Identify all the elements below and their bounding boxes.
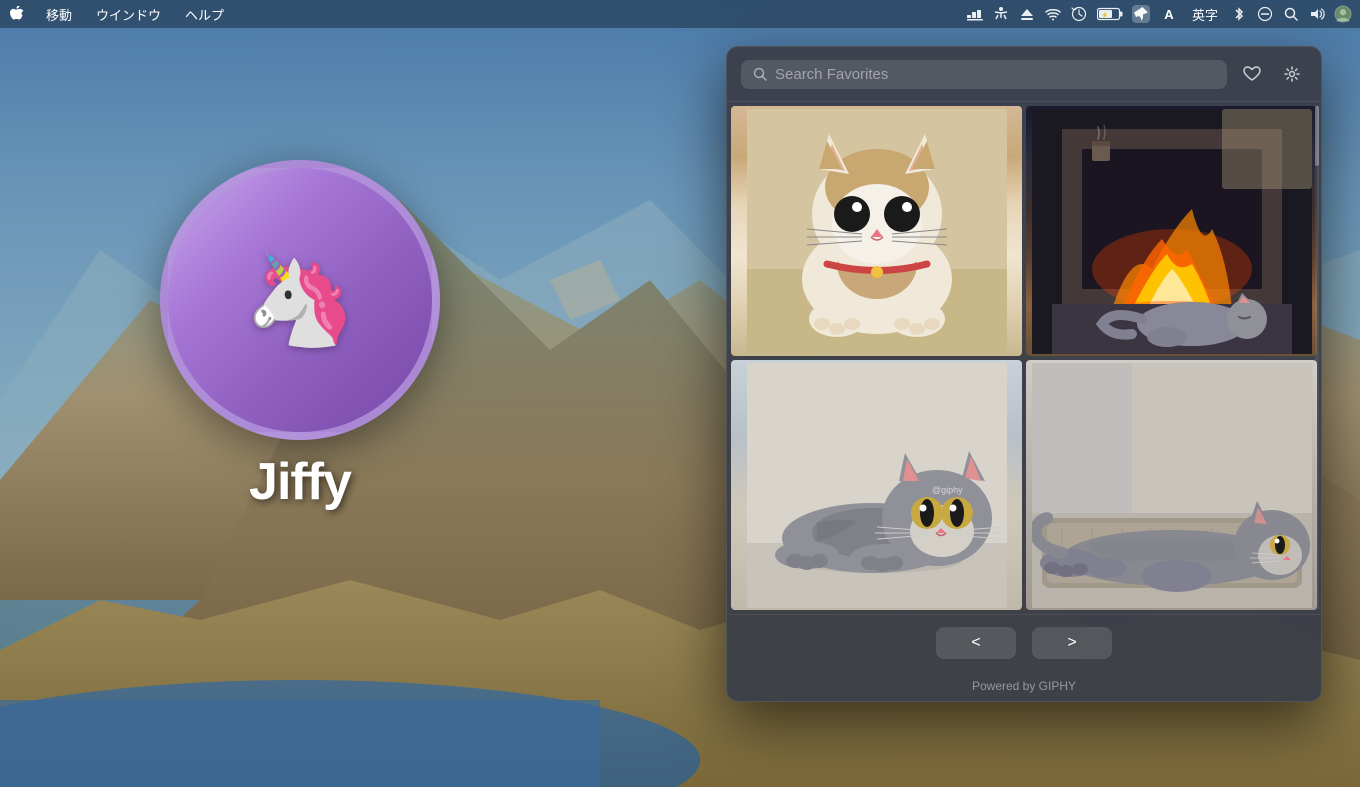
- battery-icon[interactable]: ⚡: [1096, 5, 1124, 23]
- nav-bar: < >: [727, 614, 1321, 671]
- scrollbar-thumb[interactable]: [1315, 106, 1319, 166]
- bluetooth-icon[interactable]: [1230, 5, 1248, 23]
- prev-page-button[interactable]: <: [936, 627, 1016, 659]
- app-icon-container: 🦄 Jiffy: [160, 160, 440, 512]
- gif-cell-cat-lounging[interactable]: [1026, 360, 1317, 610]
- spotlight-icon[interactable]: [1282, 5, 1300, 23]
- menubar-left: 移動 ウインドウ ヘルプ: [8, 3, 228, 26]
- gif-grid: @giphy: [727, 102, 1321, 614]
- search-icon: [753, 67, 767, 81]
- svg-text:@giphy: @giphy: [932, 485, 963, 495]
- accessibility-icon[interactable]: [992, 5, 1010, 23]
- unicorn-icon: 🦄: [244, 255, 356, 345]
- gif-cell-cat-crouching[interactable]: @giphy: [731, 360, 1022, 610]
- menubar: 移動 ウインドウ ヘルプ: [0, 0, 1360, 28]
- menu-item-activity[interactable]: 移動: [42, 3, 76, 26]
- eject-icon[interactable]: [1018, 5, 1036, 23]
- time-machine-icon[interactable]: [1070, 5, 1088, 23]
- gif-container: @giphy: [727, 102, 1321, 614]
- pinned-icon[interactable]: [1132, 5, 1150, 23]
- volume-icon[interactable]: [1308, 5, 1326, 23]
- docker-icon[interactable]: [966, 5, 984, 23]
- settings-gear-button[interactable]: [1277, 59, 1307, 89]
- scrollbar-track[interactable]: [1315, 106, 1319, 610]
- search-input-wrapper[interactable]: [741, 60, 1227, 89]
- menubar-right: ⚡ A 英字: [966, 3, 1352, 26]
- control-center-icon[interactable]: [1334, 5, 1352, 23]
- text-input-icon[interactable]: A: [1158, 5, 1180, 23]
- favorites-heart-button[interactable]: [1237, 59, 1267, 89]
- jiffy-panel: @giphy: [726, 46, 1322, 702]
- powered-by-footer: Powered by GIPHY: [727, 671, 1321, 701]
- menu-item-window[interactable]: ウインドウ: [92, 3, 165, 26]
- do-not-disturb-icon[interactable]: [1256, 5, 1274, 23]
- wifi-icon[interactable]: [1044, 5, 1062, 23]
- search-input[interactable]: [775, 66, 1215, 83]
- next-page-button[interactable]: >: [1032, 627, 1112, 659]
- app-name-label: Jiffy: [249, 452, 351, 512]
- gif-cell-cat-sitting[interactable]: [731, 106, 1022, 356]
- menu-item-help[interactable]: ヘルプ: [181, 3, 228, 26]
- svg-text:⚡: ⚡: [1101, 11, 1108, 19]
- gif-cell-fireplace[interactable]: [1026, 106, 1317, 356]
- apple-menu-icon[interactable]: [8, 5, 26, 23]
- input-method-label[interactable]: 英字: [1188, 3, 1222, 26]
- search-bar: [727, 47, 1321, 102]
- app-icon[interactable]: 🦄: [160, 160, 440, 440]
